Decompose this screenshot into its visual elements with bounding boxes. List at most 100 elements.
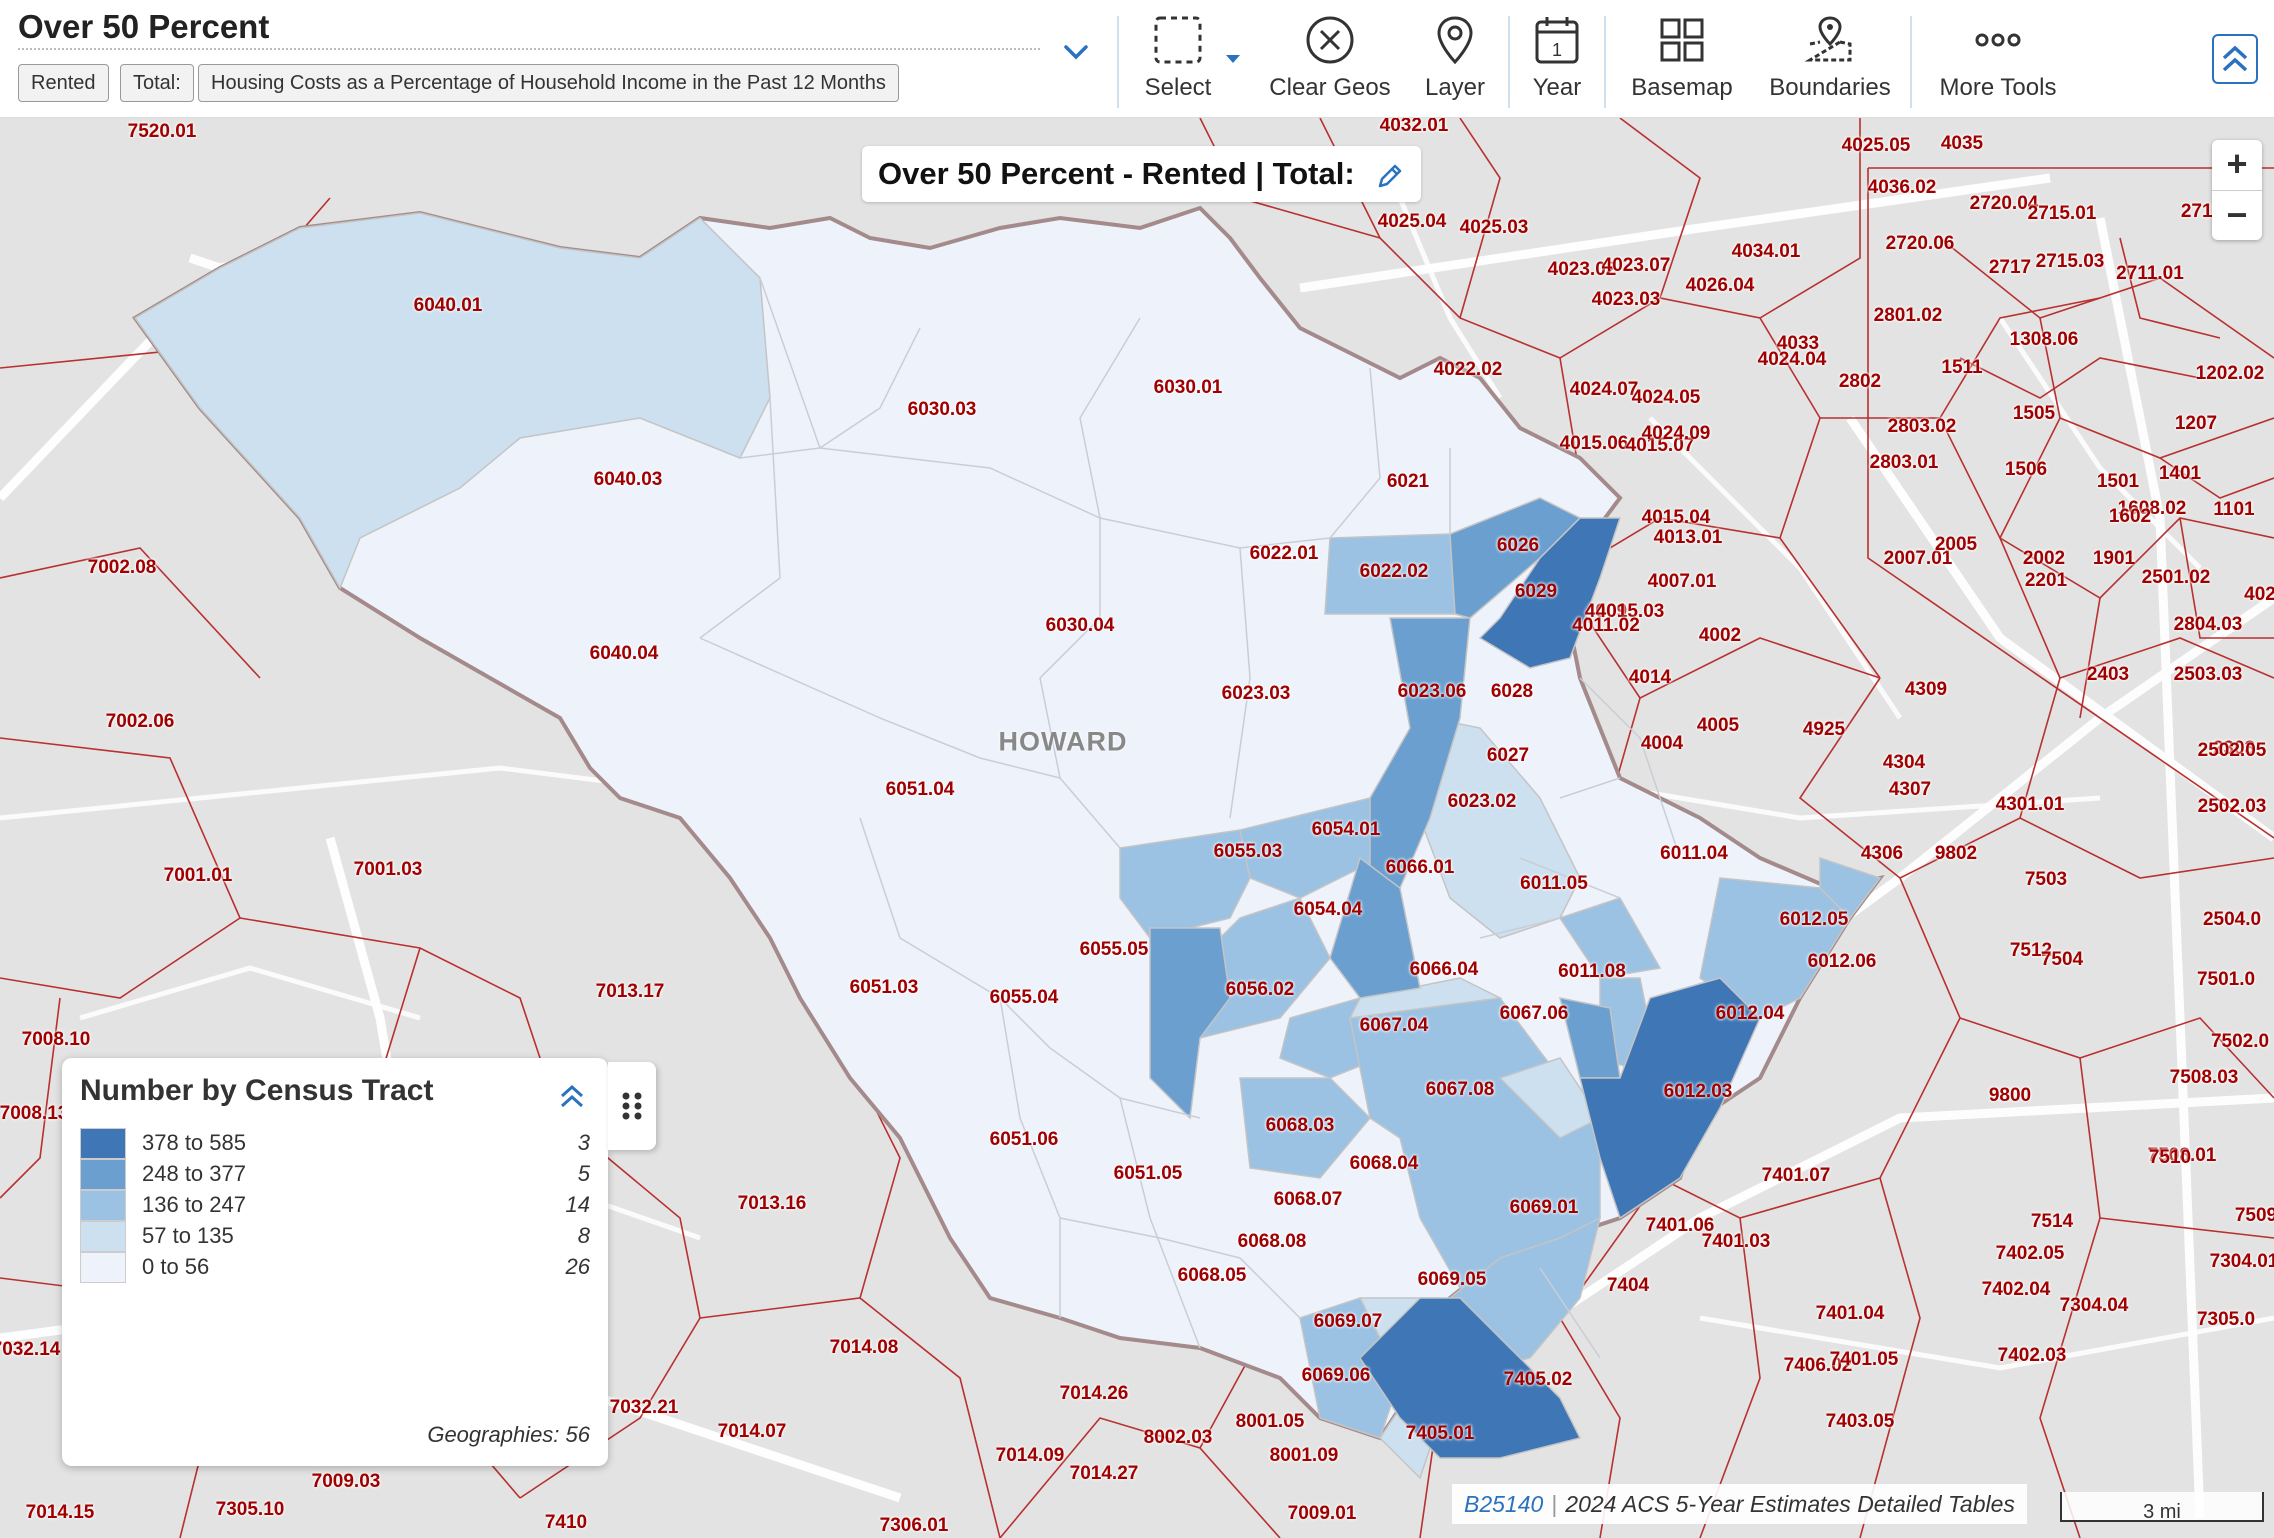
tract-label: 6066.04: [1409, 959, 1479, 980]
tract-label: 2501.02: [2141, 567, 2211, 588]
select-tool-button[interactable]: Select: [1130, 14, 1226, 102]
collapse-toolbar-button[interactable]: [2212, 34, 2258, 84]
tract-label: 7001.03: [353, 859, 423, 880]
clear-geos-button[interactable]: Clear Geos: [1262, 14, 1398, 102]
tract-label: 6022.02: [1359, 561, 1429, 582]
map-pin-icon: [1437, 16, 1473, 65]
tract-label: 7014.15: [25, 1502, 95, 1523]
tract-label: 1501: [2096, 471, 2140, 492]
tract-label: 7014.26: [1059, 1383, 1129, 1404]
legend-range: 378 to 585: [142, 1130, 246, 1155]
boundaries-button[interactable]: Boundaries: [1760, 14, 1900, 102]
source-table-link[interactable]: B25140: [1464, 1491, 1543, 1517]
tract-label: 6067.04: [1359, 1015, 1429, 1036]
legend-swatch: [80, 1159, 126, 1190]
toolbar: Over 50 Percent Rented Total: Housing Co…: [0, 0, 2274, 118]
legend-range: 136 to 247: [142, 1192, 246, 1217]
tract-label: 7014.08: [829, 1337, 899, 1358]
legend-swatch: [80, 1128, 126, 1159]
tract-label: 6056.02: [1225, 979, 1295, 1000]
tract-label: 6030.04: [1045, 615, 1115, 636]
tract-label: 7402.03: [1997, 1345, 2067, 1366]
zoom-in-button[interactable]: +: [2212, 140, 2262, 190]
tract-label: 7509: [2234, 1205, 2274, 1226]
pencil-edit-icon[interactable]: [1375, 161, 1405, 191]
tract-label: 6030.03: [907, 399, 977, 420]
tract-label: 6068.04: [1349, 1153, 1419, 1174]
tract-label: 7008.13: [0, 1103, 69, 1124]
toolbar-divider: [1604, 16, 1606, 108]
tract-label: 6012.03: [1663, 1081, 1733, 1102]
tract-label: 4304: [1882, 752, 1926, 773]
double-chevron-up-icon: [2222, 45, 2248, 72]
tract-label: 6040.01: [413, 295, 483, 316]
tract-label: 6029: [1514, 581, 1558, 602]
tract-label: 4024.09: [1641, 423, 1711, 444]
tract-label: 6023.06: [1397, 681, 1467, 702]
tract-label: 6051.03: [849, 977, 919, 998]
legend-range: 248 to 377: [142, 1161, 246, 1186]
double-chevron-up-icon[interactable]: [554, 1078, 590, 1114]
tract-label: 6028: [1490, 681, 1534, 702]
chip-total[interactable]: Total:: [120, 64, 194, 102]
tract-label: 2802: [1838, 371, 1882, 392]
tract-label: 7508.03: [2169, 1067, 2239, 1088]
tract-label: 2005: [1934, 534, 1978, 555]
tract-label: 7014.27: [1069, 1463, 1139, 1484]
calendar-icon: 1: [1535, 17, 1579, 64]
tract-label: 7013.16: [737, 1193, 807, 1214]
tract-label: 6012.06: [1807, 951, 1877, 972]
tract-label: 7403.05: [1825, 1411, 1895, 1432]
tract-label: 4013.01: [1653, 527, 1723, 548]
tract-label: 7008.10: [21, 1029, 91, 1050]
chevron-down-icon[interactable]: [1058, 34, 1094, 70]
tract-label: 4309: [1904, 679, 1948, 700]
legend-geographies-count: Geographies: 56: [427, 1422, 590, 1447]
source-bar: B25140 | 2024 ACS 5-Year Estimates Detaile…: [1452, 1484, 2027, 1524]
tract-label: 6011.04: [1660, 843, 1728, 864]
boundaries-icon: [1804, 16, 1852, 62]
layer-button[interactable]: Layer: [1412, 14, 1498, 102]
tract-label: 6040.03: [593, 469, 663, 490]
tract-label: 7014.09: [995, 1445, 1065, 1466]
select-dropdown-caret-icon[interactable]: [1224, 52, 1242, 66]
tract-label: 402: [2244, 584, 2274, 605]
chip-table-title[interactable]: Housing Costs as a Percentage of Househo…: [198, 64, 899, 102]
legend-drag-handle[interactable]: [608, 1062, 656, 1150]
tract-label: 2502.03: [2197, 796, 2267, 817]
tract-label: 7405.02: [1503, 1369, 1573, 1390]
legend-swatch: [80, 1221, 126, 1252]
tract-label: 7503: [2024, 869, 2068, 890]
tract-label: 4015.04: [1641, 507, 1711, 528]
tract-label: 6051.04: [885, 779, 955, 800]
tract-label: 7402.04: [1981, 1279, 2051, 1300]
year-button[interactable]: 1 Year: [1522, 14, 1592, 102]
tract-label: 7401.03: [1701, 1231, 1771, 1252]
tract-label: 4032.01: [1379, 118, 1449, 136]
tract-label: 7032.21: [609, 1397, 679, 1418]
tract-label: 1202.02: [2195, 363, 2265, 384]
tract-label: 1308.06: [2009, 329, 2079, 350]
tract-label: 6051.06: [989, 1129, 1059, 1150]
tract-label: 4026.04: [1685, 275, 1755, 296]
chip-rented[interactable]: Rented: [18, 64, 109, 102]
tract-label: 1602: [2108, 506, 2152, 527]
tract-label: 1901: [2092, 548, 2136, 569]
tract-label: 2715.03: [2035, 251, 2105, 272]
tract-label: 6067.08: [1425, 1079, 1495, 1100]
map-title[interactable]: Over 50 Percent - Rented | Total:: [862, 146, 1422, 202]
more-tools-button[interactable]: More Tools: [1928, 14, 2068, 102]
tract-label: 4002: [1698, 625, 1742, 646]
tract-label: 4033: [1776, 333, 1820, 354]
legend-swatch: [80, 1252, 126, 1283]
tract-label: 4036.02: [1867, 177, 1937, 198]
toolbar-divider: [1117, 16, 1119, 108]
tract-label: 4011.02: [1572, 615, 1640, 636]
legend-row: 136 to 247 14: [80, 1190, 590, 1221]
tract-label: 4301.01: [1995, 794, 2065, 815]
basemap-button[interactable]: Basemap: [1622, 14, 1742, 102]
page-title[interactable]: Over 50 Percent: [18, 8, 269, 46]
tract-label: 4022.02: [1433, 359, 1503, 380]
tract-label: 7014.07: [717, 1421, 787, 1442]
zoom-out-button[interactable]: −: [2212, 190, 2262, 240]
